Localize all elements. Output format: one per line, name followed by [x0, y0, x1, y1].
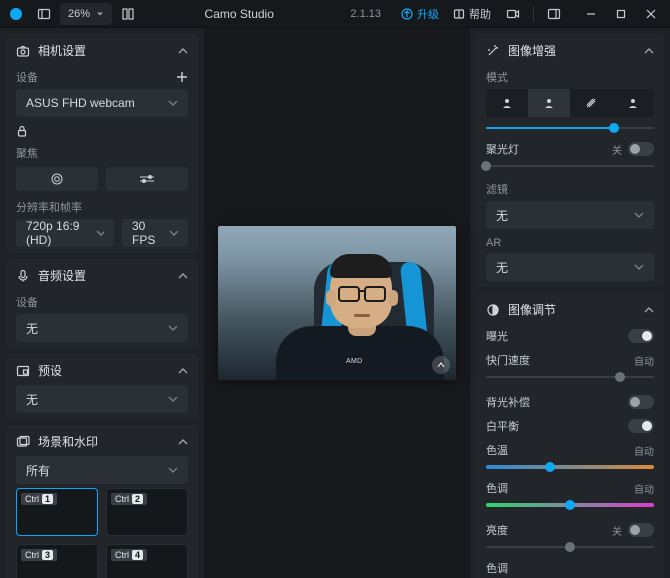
mode-beautify[interactable]: [570, 89, 612, 117]
mode-segment: [486, 89, 654, 117]
fps-dropdown[interactable]: 30 FPS: [122, 219, 188, 247]
chevron-up-icon[interactable]: [178, 366, 188, 376]
help-button[interactable]: 帮助: [447, 4, 497, 24]
wb-label: 白平衡: [486, 418, 519, 434]
autofocus-button[interactable]: [16, 167, 98, 191]
chevron-up-icon[interactable]: [178, 271, 188, 281]
mode-portrait-2[interactable]: [528, 89, 570, 117]
scenes-filter-dropdown[interactable]: 所有: [16, 456, 188, 484]
image-adjust-panel: 图像调节 曝光 快门速度自动 背光补偿 白平衡 色温自动 色调自动 亮度关 色调: [476, 293, 664, 578]
scene-thumb-2[interactable]: Ctrl2: [106, 488, 188, 536]
brightness-label: 亮度: [486, 522, 508, 538]
preset-panel: 预设 无: [6, 354, 198, 419]
mode-portrait-3[interactable]: [612, 89, 654, 117]
scene-thumb-3[interactable]: Ctrl3: [16, 544, 98, 578]
exposure-label: 曝光: [486, 328, 508, 344]
preset-title: 预设: [38, 362, 62, 379]
panel-right-toggle-icon[interactable]: [542, 2, 566, 26]
left-sidebar: 相机设置 设备 ASUS FHD webcam 聚焦 分辨率和帧率 720p 1…: [0, 28, 204, 578]
titlebar: 26% Camo Studio 2.1.13 升级 帮助: [0, 0, 670, 28]
mode-label: 模式: [486, 69, 508, 85]
adjust-icon: [486, 303, 500, 317]
mic-icon: [16, 269, 30, 283]
device-label: 设备: [16, 69, 38, 85]
brightness-toggle[interactable]: [628, 523, 654, 537]
lock-icon[interactable]: [16, 125, 28, 137]
camera-output-icon[interactable]: [501, 2, 525, 26]
backlight-label: 背光补偿: [486, 394, 530, 410]
chevron-up-icon[interactable]: [178, 46, 188, 56]
camera-icon: [16, 44, 30, 58]
watermark-icon: [432, 356, 450, 374]
ar-dropdown[interactable]: 无: [486, 253, 654, 281]
audio-device-dropdown[interactable]: 无: [16, 314, 188, 342]
scenes-icon: [16, 435, 30, 449]
resolution-label: 分辨率和帧率: [16, 199, 82, 215]
spotlight-toggle[interactable]: [628, 142, 654, 156]
filter-dropdown[interactable]: 无: [486, 201, 654, 229]
columns-icon[interactable]: [116, 2, 140, 26]
wb-toggle[interactable]: [628, 419, 654, 433]
ar-label: AR: [486, 237, 501, 249]
spotlight-label: 聚光灯: [486, 141, 519, 157]
audio-device-label: 设备: [16, 294, 38, 310]
window-minimize-button[interactable]: [576, 2, 606, 26]
shutter-label: 快门速度: [486, 352, 530, 368]
temp-slider[interactable]: [486, 460, 654, 474]
hue-label: 色调: [486, 560, 508, 576]
shutter-slider[interactable]: [486, 370, 654, 384]
audio-settings-panel: 音频设置 设备 无: [6, 259, 198, 348]
focus-label: 聚焦: [16, 145, 38, 161]
app-logo-icon: [4, 2, 28, 26]
camera-preview[interactable]: DX AMD: [218, 226, 456, 380]
temp-label: 色温: [486, 442, 508, 458]
exposure-toggle[interactable]: [628, 329, 654, 343]
tint-label: 色调: [486, 480, 508, 496]
scene-thumb-4[interactable]: Ctrl4: [106, 544, 188, 578]
camera-device-dropdown[interactable]: ASUS FHD webcam: [16, 89, 188, 117]
chevron-up-icon[interactable]: [644, 305, 654, 315]
spotlight-slider[interactable]: [486, 159, 654, 173]
image-enhance-title: 图像增强: [508, 42, 556, 59]
app-title: Camo Studio: [205, 7, 274, 21]
zoom-value: 26%: [68, 8, 90, 20]
window-close-button[interactable]: [636, 2, 666, 26]
tint-slider[interactable]: [486, 498, 654, 512]
sidebar-toggle-icon[interactable]: [32, 2, 56, 26]
image-enhance-panel: 图像增强 模式 聚光灯关 滤镜 无 AR 无: [476, 34, 664, 287]
preset-icon: [16, 364, 30, 378]
scenes-title: 场景和水印: [38, 433, 98, 450]
magic-icon: [486, 44, 500, 58]
scenes-panel: 场景和水印 所有 Ctrl1Ctrl2Ctrl3Ctrl4: [6, 425, 198, 578]
filter-label: 滤镜: [486, 181, 508, 197]
audio-settings-title: 音频设置: [38, 267, 86, 284]
add-device-button[interactable]: [176, 71, 188, 83]
manual-focus-button[interactable]: [106, 167, 188, 191]
zoom-dropdown[interactable]: 26%: [60, 3, 112, 25]
brightness-slider[interactable]: [486, 540, 654, 554]
upgrade-button[interactable]: 升级: [397, 4, 443, 24]
preview-area: DX AMD: [204, 28, 470, 578]
camera-settings-title: 相机设置: [38, 42, 86, 59]
scene-thumb-1[interactable]: Ctrl1: [16, 488, 98, 536]
mode-portrait-1[interactable]: [486, 89, 528, 117]
mode-slider[interactable]: [486, 121, 654, 135]
preset-dropdown[interactable]: 无: [16, 385, 188, 413]
chevron-up-icon[interactable]: [178, 437, 188, 447]
backlight-toggle[interactable]: [628, 395, 654, 409]
camera-settings-panel: 相机设置 设备 ASUS FHD webcam 聚焦 分辨率和帧率 720p 1…: [6, 34, 198, 253]
image-adjust-title: 图像调节: [508, 301, 556, 318]
app-version: 2.1.13: [350, 8, 381, 20]
resolution-dropdown[interactable]: 720p 16:9 (HD): [16, 219, 114, 247]
right-sidebar: 图像增强 模式 聚光灯关 滤镜 无 AR 无 图像调节 曝光 快门速度自动 背光…: [470, 28, 670, 578]
window-maximize-button[interactable]: [606, 2, 636, 26]
chevron-up-icon[interactable]: [644, 46, 654, 56]
